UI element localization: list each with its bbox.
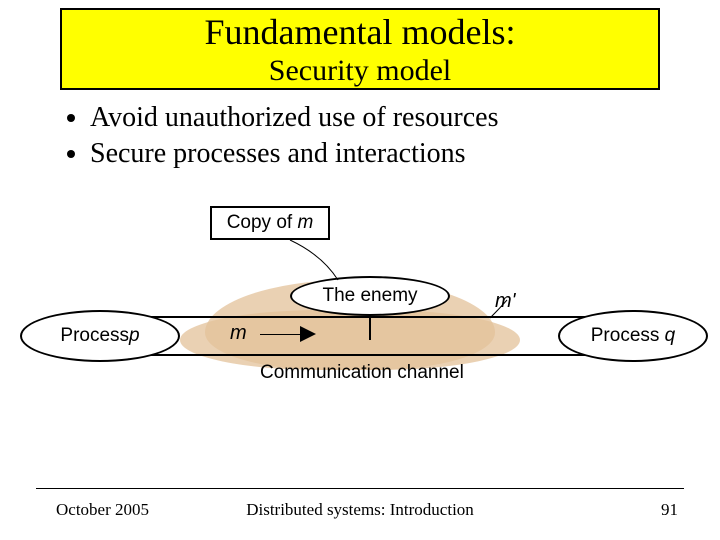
copy-of-m-prefix: Copy of — [227, 212, 298, 233]
title-sub: Security model — [62, 54, 658, 88]
copy-of-m-var: m — [297, 212, 313, 233]
message-m-label: m — [230, 322, 247, 345]
process-p-label: Processp — [60, 325, 139, 346]
process-p-var: p — [129, 325, 140, 346]
process-q-var: q — [665, 325, 676, 346]
message-m-prime-label: m' — [495, 290, 515, 313]
footer-title: Distributed systems: Introduction — [0, 500, 720, 520]
footer-rule — [36, 488, 684, 489]
title-main: Fundamental models: — [62, 10, 658, 54]
process-p-prefix: Process — [60, 325, 129, 346]
communication-channel-label: Communication channel — [260, 362, 464, 384]
bullet-item: Secure processes and interactions — [90, 136, 660, 172]
arrow-shaft — [260, 334, 300, 335]
process-q-label: Process q — [591, 325, 676, 346]
process-p-node: Processp — [20, 310, 180, 362]
enemy-node: The enemy — [290, 276, 450, 316]
enemy-label: The enemy — [322, 285, 417, 306]
copy-of-m-box: Copy of m — [210, 206, 330, 240]
connector-copy-to-enemy — [290, 240, 338, 280]
slide: Fundamental models: Security model Avoid… — [0, 0, 720, 540]
process-q-prefix: Process — [591, 325, 660, 346]
footer-page-number: 91 — [661, 500, 678, 520]
process-q-node: Process q — [558, 310, 708, 362]
arrow-right-icon — [300, 326, 316, 342]
bullet-item: Avoid unauthorized use of resources — [90, 100, 660, 136]
title-block: Fundamental models: Security model — [60, 8, 660, 90]
bullet-list: Avoid unauthorized use of resources Secu… — [60, 100, 660, 172]
communication-channel-box — [108, 316, 612, 356]
